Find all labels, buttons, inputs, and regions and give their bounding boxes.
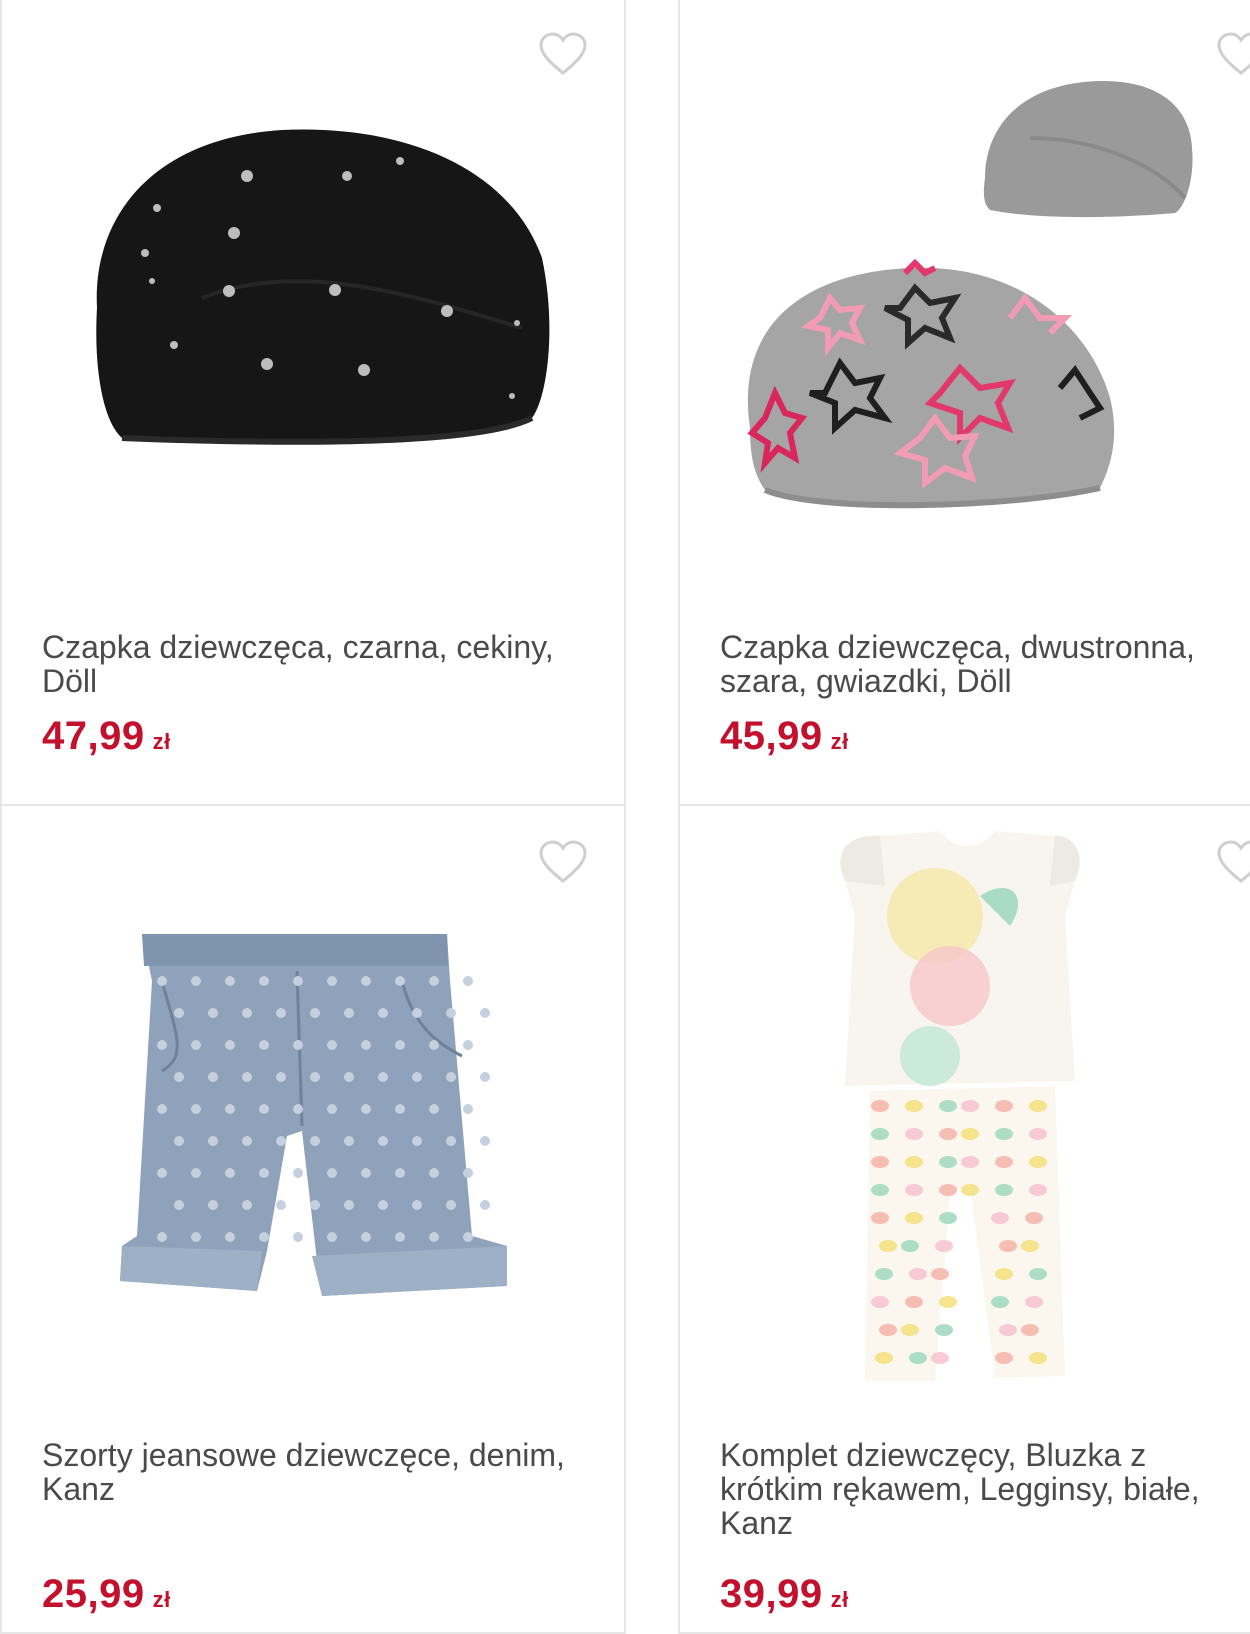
price-value: 47,99 (42, 714, 145, 758)
price-currency: zł (152, 729, 171, 754)
price-value: 25,99 (42, 1572, 145, 1616)
product-title[interactable]: Komplet dziewczęcy, Bluzka z krótkim ręk… (720, 1438, 1250, 1540)
product-card[interactable]: Szorty jeansowe dziewczęce, denim, Kanz … (0, 804, 626, 1634)
heart-icon[interactable] (1216, 839, 1250, 885)
product-image-grey-star-beanie[interactable] (680, 0, 1250, 598)
price-currency: zł (830, 729, 849, 754)
product-price: 25,99 zł (42, 1572, 171, 1617)
product-card[interactable]: Czapka dziewczęca, dwustronna, szara, gw… (678, 0, 1250, 806)
price-value: 39,99 (720, 1572, 823, 1616)
price-currency: zł (152, 1587, 171, 1612)
product-image-denim-shorts[interactable] (2, 806, 628, 1406)
product-title[interactable]: Czapka dziewczęca, czarna, cekiny, Döll (42, 630, 602, 698)
heart-icon[interactable] (538, 31, 588, 77)
heart-icon[interactable] (1216, 31, 1250, 77)
heart-icon[interactable] (538, 839, 588, 885)
product-image-black-beanie[interactable] (2, 0, 628, 598)
product-image-outfit-set[interactable] (680, 806, 1250, 1406)
product-price: 47,99 zł (42, 714, 171, 759)
product-grid: Czapka dziewczęca, czarna, cekiny, Döll … (0, 0, 1250, 1634)
price-currency: zł (830, 1587, 849, 1612)
product-title[interactable]: Czapka dziewczęca, dwustronna, szara, gw… (720, 630, 1250, 698)
product-price: 45,99 zł (720, 714, 849, 759)
product-title[interactable]: Szorty jeansowe dziewczęce, denim, Kanz (42, 1438, 602, 1506)
product-card[interactable]: Czapka dziewczęca, czarna, cekiny, Döll … (0, 0, 626, 806)
price-value: 45,99 (720, 714, 823, 758)
product-card[interactable]: Komplet dziewczęcy, Bluzka z krótkim ręk… (678, 804, 1250, 1634)
product-price: 39,99 zł (720, 1572, 849, 1617)
